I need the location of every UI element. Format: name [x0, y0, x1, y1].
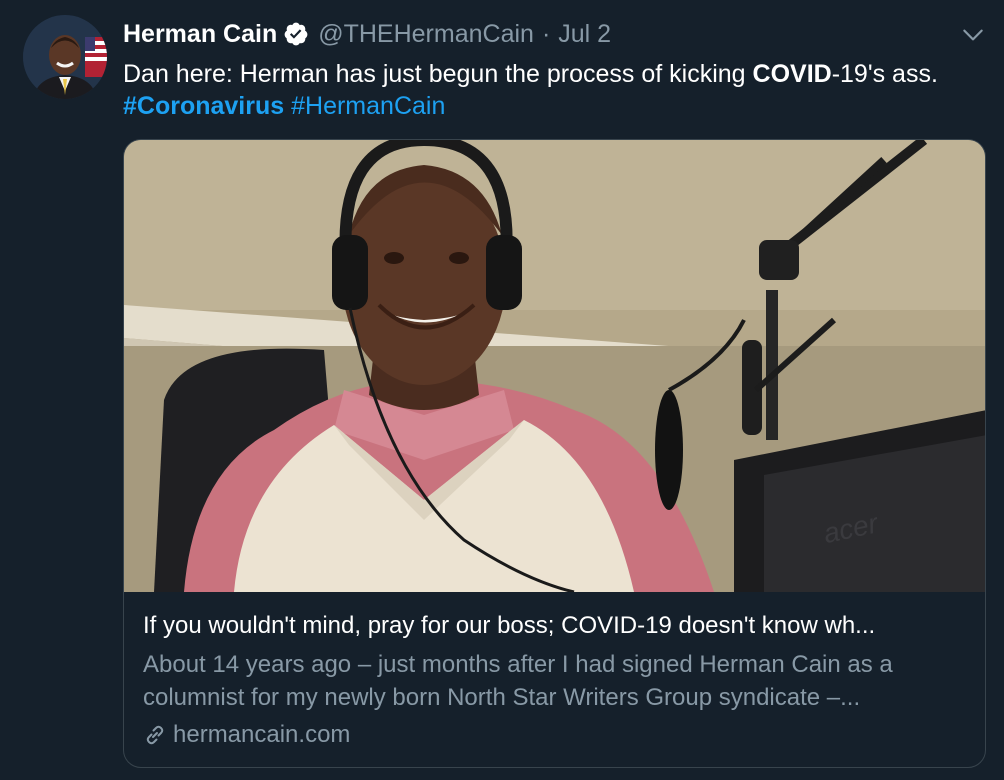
card-body: If you wouldn't mind, pray for our boss;…: [143, 610, 973, 750]
author-name[interactable]: Herman Cain: [123, 20, 277, 49]
tweet-text-part2: -19's ass.: [831, 60, 938, 88]
card-domain-text: hermancain.com: [173, 721, 351, 748]
tweet-text: Dan here: Herman has just begun the proc…: [123, 58, 983, 122]
tweet-text-part1: Dan here: Herman has just begun the proc…: [123, 60, 753, 88]
verified-badge-icon: [283, 21, 309, 47]
chevron-down-icon[interactable]: [960, 22, 986, 48]
hashtag-coronavirus[interactable]: #Coronavirus: [123, 92, 284, 120]
card-description: About 14 years ago – just months after I…: [143, 651, 893, 711]
tweet-date[interactable]: Jul 2: [558, 20, 611, 49]
tweet-header: Herman Cain @THEHermanCain · Jul 2: [123, 17, 611, 51]
author-handle[interactable]: @THEHermanCain: [318, 20, 534, 49]
card-domain: hermancain.com: [143, 720, 973, 750]
avatar[interactable]: [23, 15, 107, 99]
separator-dot: ·: [541, 19, 551, 48]
link-card[interactable]: acer If you wouldn't mind, pray for our …: [123, 139, 986, 768]
avatar-image: [23, 15, 107, 99]
hashtag-hermancain[interactable]: #HermanCain: [291, 92, 445, 120]
card-image: acer: [124, 140, 985, 594]
tweet-text-bold: COVID: [752, 60, 832, 88]
card-title: If you wouldn't mind, pray for our boss;…: [143, 612, 876, 639]
link-icon: [143, 723, 167, 747]
